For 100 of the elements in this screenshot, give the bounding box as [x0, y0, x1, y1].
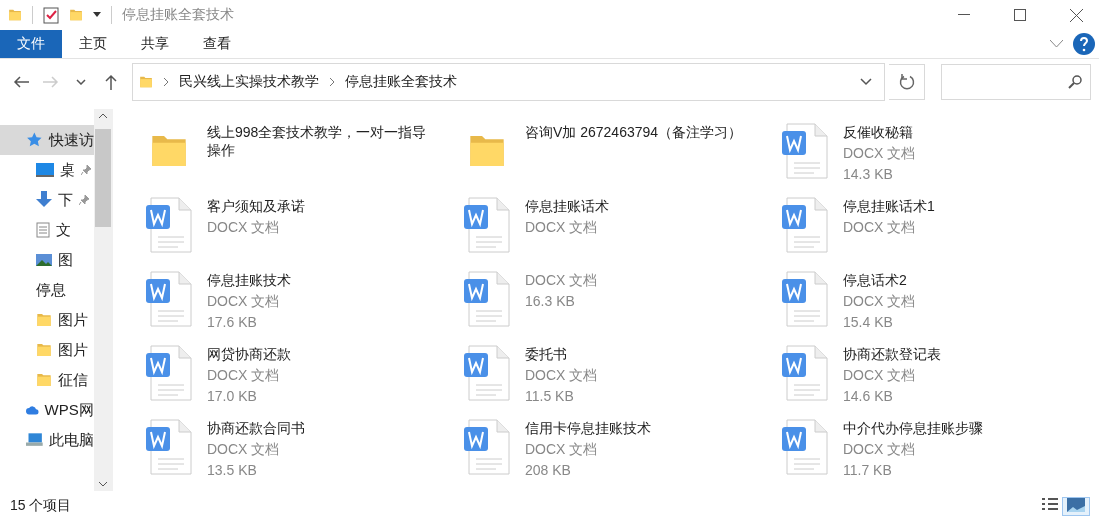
minimize-icon — [958, 14, 970, 16]
large-icons-view-icon — [1067, 497, 1085, 512]
file-type: DOCX 文档 — [525, 440, 599, 458]
folder-icon — [36, 311, 52, 329]
search-field[interactable] — [941, 64, 1091, 100]
sidebar-label: 桌 — [60, 160, 75, 180]
word-document-icon — [782, 123, 828, 179]
sidebar-label: 征信 — [58, 370, 88, 390]
file-size: 15.4 KB — [843, 313, 894, 331]
file-type: DOCX 文档 — [525, 271, 598, 289]
word-document-icon — [782, 419, 828, 475]
chevron-down-icon — [76, 79, 86, 85]
maximize-icon — [1014, 9, 1026, 21]
sidebar-item[interactable]: 下 — [0, 185, 94, 215]
word-document-icon — [464, 345, 510, 401]
sidebar-label: 下 — [58, 190, 73, 210]
properties-icon[interactable] — [43, 6, 59, 24]
folder-icon — [8, 7, 22, 23]
file-size: 14.6 KB — [843, 387, 894, 405]
folder-icon — [36, 341, 52, 359]
word-document-icon — [782, 197, 828, 253]
file-type: DOCX 文档 — [525, 366, 598, 384]
view-button[interactable] — [1063, 497, 1089, 515]
download-icon — [36, 191, 52, 209]
chevron-down-icon[interactable] — [860, 78, 872, 86]
ribbon-tab[interactable]: 查看 — [186, 30, 248, 58]
file-type: DOCX 文档 — [843, 366, 917, 384]
sidebar-item[interactable]: 文 — [0, 215, 94, 245]
sidebar-item[interactable]: 图片 — [0, 335, 94, 365]
arrow-right-icon — [43, 76, 59, 88]
file-name[interactable]: 反催收秘籍 — [843, 123, 916, 141]
file-name[interactable]: 停息挂账话术 — [525, 197, 609, 215]
sidebar-label: 图片 — [58, 340, 88, 360]
scrollbar-thumb[interactable] — [95, 129, 112, 227]
arrow-up-icon — [105, 74, 117, 90]
sidebar-item[interactable]: 停息 — [0, 275, 94, 305]
help-icon[interactable] — [1073, 33, 1095, 55]
file-size: 14.3 KB — [843, 165, 894, 183]
window-title: 停息挂账全套技术 — [122, 6, 234, 24]
sidebar-label: 停息 — [36, 280, 66, 300]
chevron-right-icon — [329, 77, 335, 87]
file-name[interactable]: 中介代办停息挂账步骤 — [843, 419, 983, 437]
search-icon — [1068, 75, 1082, 89]
ribbon-tab[interactable]: 主页 — [62, 30, 124, 58]
cloud-icon — [26, 403, 39, 417]
file-type: DOCX 文档 — [207, 218, 281, 236]
ribbon-tab[interactable]: 共享 — [124, 30, 186, 58]
word-document-icon — [464, 419, 510, 475]
ribbon-tab[interactable]: 文件 — [0, 30, 62, 58]
sidebar-item[interactable]: 图片 — [0, 305, 94, 335]
refresh-button[interactable] — [889, 64, 925, 100]
file-name[interactable]: 停息挂账话术1 — [843, 197, 935, 215]
word-document-icon — [146, 271, 192, 327]
file-name[interactable]: 客户须知及承诺 — [207, 197, 305, 215]
file-name[interactable]: 协商还款登记表 — [843, 345, 941, 363]
dropdown-icon[interactable] — [93, 12, 101, 18]
sidebar-item[interactable]: 快速访 — [0, 125, 94, 155]
sidebar-label: 文 — [56, 220, 71, 240]
file-type: DOCX 文档 — [843, 218, 917, 236]
word-document-icon — [464, 197, 510, 253]
sidebar-item[interactable]: 图 — [0, 245, 94, 275]
arrow-left-icon — [13, 76, 29, 88]
word-document-icon — [464, 271, 510, 327]
refresh-icon — [898, 74, 915, 90]
address-bar[interactable]: 民兴线上实操技术教学 停息挂账全套技术 — [132, 63, 885, 101]
file-type: DOCX 文档 — [525, 218, 599, 236]
item-count: 15 个项目 — [10, 497, 72, 515]
close-icon — [1069, 8, 1083, 22]
breadcrumb[interactable]: 民兴线上实操技术教学 — [179, 73, 319, 91]
sidebar-item[interactable]: 征信 — [0, 365, 94, 395]
file-name[interactable]: 信用卡停息挂账技术 — [525, 419, 651, 437]
sidebar-label: 此电脑 — [48, 430, 94, 450]
details-view-icon — [1041, 496, 1059, 513]
file-size: 17.6 KB — [207, 313, 258, 331]
sidebar-label: 图 — [58, 250, 73, 270]
breadcrumb[interactable]: 停息挂账全套技术 — [345, 73, 457, 91]
document-icon — [36, 222, 50, 238]
sidebar-item[interactable]: 桌 — [0, 155, 94, 185]
sidebar-item[interactable]: WPS网 — [0, 395, 94, 425]
word-document-icon — [146, 197, 192, 253]
file-type: DOCX 文档 — [207, 440, 281, 458]
file-type: DOCX 文档 — [843, 144, 916, 162]
file-size: 208 KB — [525, 461, 572, 479]
word-document-icon — [146, 345, 192, 401]
chevron-right-icon — [163, 77, 169, 87]
sidebar-label: 图片 — [58, 310, 88, 330]
word-document-icon — [146, 419, 192, 475]
sidebar-item[interactable]: 此电脑 — [0, 425, 94, 455]
file-size: 16.3 KB — [525, 292, 576, 310]
file-type: DOCX 文档 — [843, 292, 916, 310]
file-name[interactable]: 停息挂账技术 — [207, 271, 291, 289]
file-name[interactable]: 协商还款合同书 — [207, 419, 305, 437]
file-name[interactable]: 委托书 — [525, 345, 598, 363]
file-name[interactable]: 网贷协商还款 — [207, 345, 291, 363]
computer-icon — [26, 432, 43, 448]
file-name[interactable]: 停息话术2 — [843, 271, 916, 289]
file-name[interactable]: 咨询V加 2672463794（备注学习） — [525, 123, 743, 141]
folder-icon — [139, 74, 153, 90]
file-name[interactable]: 线上998全套技术教学，一对一指导操作 — [207, 123, 435, 159]
pictures-icon — [36, 254, 52, 266]
